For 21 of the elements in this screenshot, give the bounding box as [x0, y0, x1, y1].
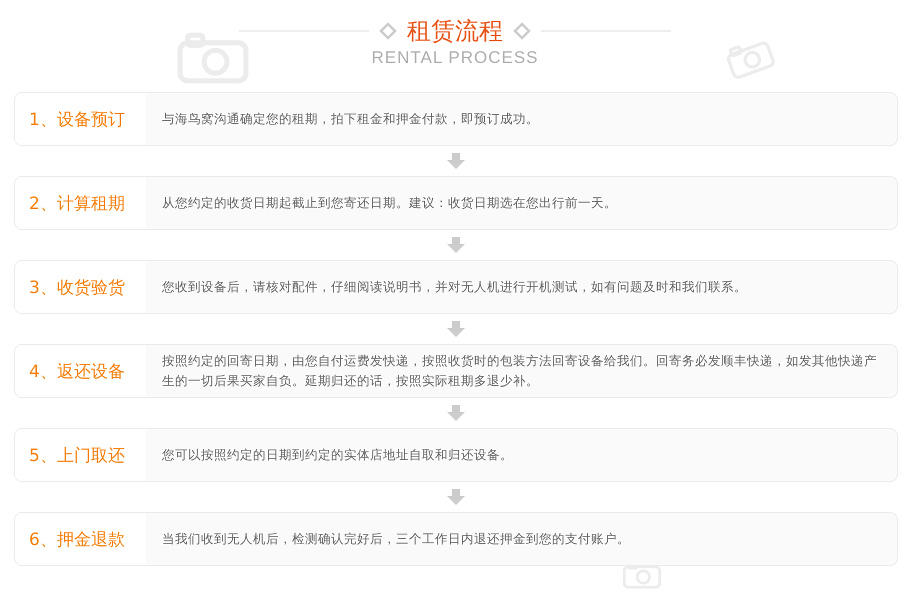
diamond-icon: [379, 22, 397, 40]
down-arrow-icon: [447, 237, 465, 253]
step-description: 从您约定的收货日期起截止到您寄还日期。建议：收货日期选在您出行前一天。: [162, 194, 617, 212]
down-arrow-icon: [447, 405, 465, 421]
step-label: 6、押金退款: [29, 528, 125, 550]
down-arrow-icon: [447, 153, 465, 169]
step-description: 您收到设备后，请核对配件，仔细阅读说明书，并对无人机进行开机测试，如有问题及时和我们联系。: [162, 278, 747, 296]
step-label: 2、计算租期: [29, 192, 125, 214]
step-label: 1、设备预订: [29, 108, 125, 130]
section-title: 租赁流程: [407, 16, 503, 46]
step-description: 当我们收到无人机后，检测确认完好后，三个工作日内退还押金到您的支付账户。: [162, 530, 630, 548]
down-arrow-icon: [447, 321, 465, 337]
down-arrow-icon: [447, 489, 465, 505]
step-description: 您可以按照约定的日期到约定的实体店地址自取和归还设备。: [162, 446, 513, 464]
step-label: 3、收货验货: [29, 276, 125, 298]
diamond-icon: [513, 22, 531, 40]
step-label: 4、返还设备: [29, 360, 125, 382]
step-description: 按照约定的回寄日期，由您自付运费发快递，按照收货时的包装方法回寄设备给我们。回寄务必发顺丰快递，如发其他快递产生的一切后果买家自负。延期归还的话，按照实际租期多退少补。: [162, 352, 878, 390]
step-description: 与海鸟窝沟通确定您的租期，拍下租金和押金付款，即预订成功。: [162, 110, 539, 128]
step-label: 5、上门取还: [29, 444, 125, 466]
section-subtitle: RENTAL PROCESS: [371, 48, 539, 68]
